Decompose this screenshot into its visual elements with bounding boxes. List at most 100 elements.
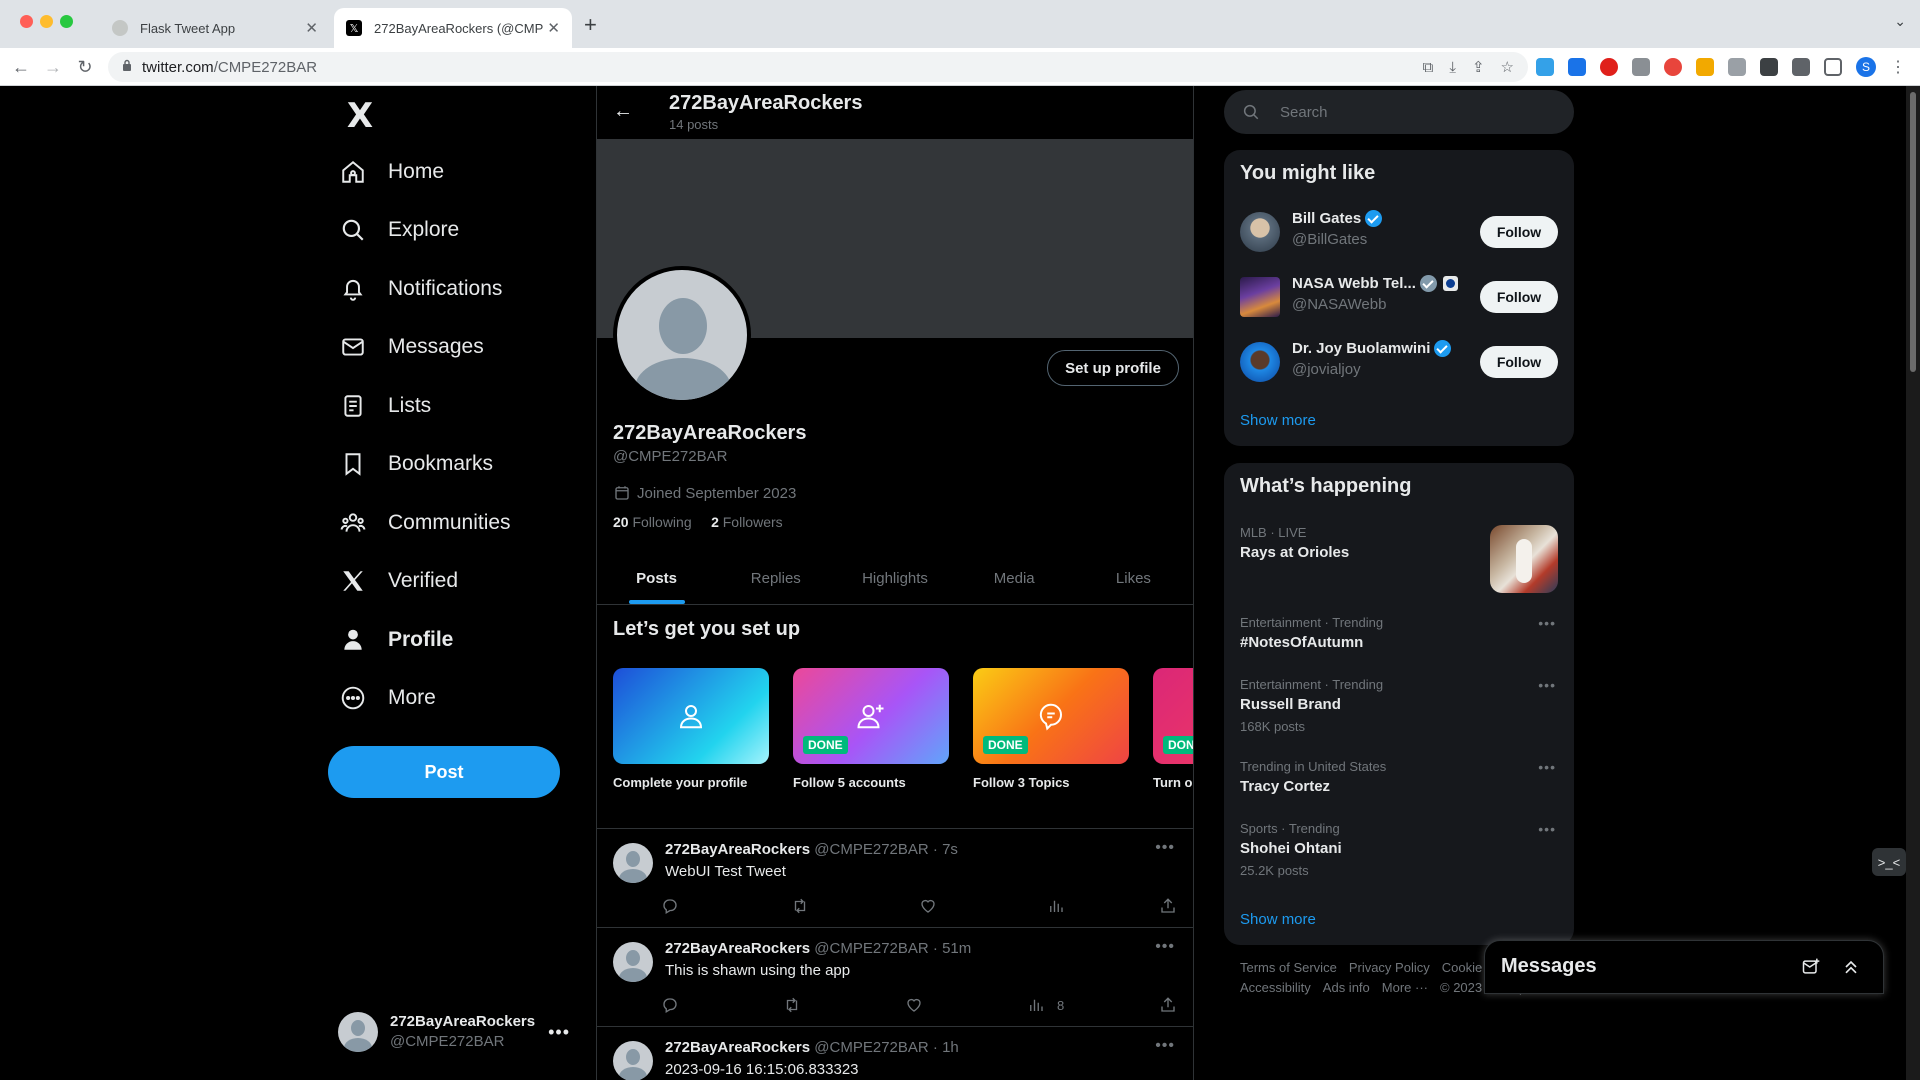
more-dots-icon[interactable]: ••• <box>1155 1037 1175 1055</box>
nav-item-notifications[interactable]: Notifications <box>340 265 502 313</box>
nav-item-lists[interactable]: Lists <box>340 382 431 430</box>
trend-item[interactable]: MLB · LIVE Rays at Orioles <box>1240 525 1558 597</box>
suggestion-name[interactable]: Dr. Joy Buolamwini <box>1292 340 1430 357</box>
suggestion-item[interactable]: Bill Gates @BillGates Follow <box>1240 206 1558 258</box>
reply-button[interactable] <box>661 996 679 1014</box>
tab-close-icon[interactable]: ✕ <box>547 19 560 37</box>
nav-item-profile[interactable]: Profile <box>340 616 453 664</box>
robot-icon[interactable] <box>1728 58 1746 76</box>
avatar[interactable] <box>613 942 653 982</box>
browser-profile-avatar[interactable]: S <box>1856 57 1876 77</box>
x-logo-icon[interactable]: X <box>340 96 380 136</box>
nav-item-explore[interactable]: Explore <box>340 206 459 254</box>
sidebar-icon[interactable] <box>1824 58 1842 76</box>
repost-button[interactable] <box>791 897 809 915</box>
footer-link[interactable]: Terms of Service <box>1240 960 1337 975</box>
nav-item-verified[interactable]: Verified <box>340 557 458 605</box>
set-up-profile-button[interactable]: Set up profile <box>1047 350 1179 386</box>
more-dots-icon[interactable]: ••• <box>1155 839 1175 857</box>
extension-2-icon[interactable] <box>1568 58 1586 76</box>
trend-item[interactable]: Trending in United States Tracy Cortez •… <box>1240 759 1558 797</box>
scrollbar-thumb[interactable] <box>1910 92 1916 372</box>
forward-arrow-icon[interactable]: → <box>40 54 66 80</box>
address-bar[interactable]: twitter.com/CMPE272BAR ⧉ ⤓ ⇪ ☆ <box>108 52 1528 82</box>
suggestion-name[interactable]: NASA Webb Tel... <box>1292 275 1416 292</box>
puzzle-icon[interactable] <box>1792 58 1810 76</box>
tab-replies[interactable]: Replies <box>716 552 835 604</box>
reload-icon[interactable]: ↻ <box>72 54 98 80</box>
footer-link[interactable]: Ads info <box>1323 980 1370 995</box>
nav-item-messages[interactable]: Messages <box>340 323 484 371</box>
window-maximize-button[interactable] <box>60 15 73 28</box>
window-minimize-button[interactable] <box>40 15 53 28</box>
expand-chevron-icon[interactable] <box>1841 957 1861 977</box>
tweet-author[interactable]: 272BayAreaRockers <box>665 1039 810 1056</box>
profile-avatar[interactable] <box>613 266 751 404</box>
more-dots-icon[interactable]: ••• <box>1538 615 1556 631</box>
suggestion-name[interactable]: Bill Gates <box>1292 210 1361 227</box>
suggestion-item[interactable]: NASA Webb Tel... @NASAWebb Follow <box>1240 271 1558 323</box>
tweet-time[interactable]: 1h <box>942 1039 959 1056</box>
footer-link[interactable]: Privacy Policy <box>1349 960 1430 975</box>
tweet[interactable]: 272BayAreaRockers @CMPE272BAR · 1h ••• 2… <box>597 1027 1193 1080</box>
avatar[interactable] <box>1240 277 1280 317</box>
tab-close-icon[interactable]: ✕ <box>305 19 318 37</box>
share-icon[interactable]: ⇪ <box>1472 58 1485 76</box>
tweet-author[interactable]: 272BayAreaRockers <box>665 940 810 957</box>
setup-card-follow-accounts[interactable]: DONE Follow 5 accounts <box>793 668 949 798</box>
download-icon[interactable]: ⤓ <box>1449 59 1456 76</box>
tab-media[interactable]: Media <box>955 552 1074 604</box>
browser-menu-icon[interactable]: ⋮ <box>1890 57 1906 77</box>
new-tab-icon[interactable]: + <box>584 12 597 38</box>
trend-item[interactable]: Entertainment · Trending #NotesOfAutumn … <box>1240 615 1558 653</box>
tab-list-chevron-icon[interactable]: ⌄ <box>1894 13 1906 30</box>
star-icon[interactable]: ☆ <box>1501 58 1514 76</box>
followers-link[interactable]: 2 Followers <box>711 514 783 530</box>
avatar[interactable] <box>613 1041 653 1080</box>
setup-card-notifications[interactable]: DON Turn o <box>1153 668 1193 798</box>
back-arrow-icon[interactable]: ← <box>8 54 34 80</box>
more-dots-icon[interactable]: ••• <box>548 1022 570 1043</box>
nav-item-home[interactable]: Home <box>340 148 444 196</box>
footer-link[interactable]: More ··· <box>1382 980 1428 995</box>
extension-6-icon[interactable] <box>1696 58 1714 76</box>
scrollbar[interactable] <box>1906 86 1920 1080</box>
more-dots-icon[interactable]: ••• <box>1538 677 1556 693</box>
following-link[interactable]: 20 Following <box>613 514 692 530</box>
tab-highlights[interactable]: Highlights <box>835 552 954 604</box>
show-more-link[interactable]: Show more <box>1240 412 1316 429</box>
nav-item-more[interactable]: More <box>340 674 436 722</box>
messages-drawer[interactable]: Messages <box>1484 940 1884 994</box>
trend-item[interactable]: Entertainment · Trending Russell Brand 1… <box>1240 677 1558 735</box>
search-input[interactable]: Search <box>1224 90 1574 134</box>
extension-8-icon[interactable] <box>1760 58 1778 76</box>
setup-card-follow-topics[interactable]: DONE Follow 3 Topics <box>973 668 1129 798</box>
suggestion-item[interactable]: Dr. Joy Buolamwini @jovialjoy Follow <box>1240 336 1558 388</box>
follow-button[interactable]: Follow <box>1480 281 1558 313</box>
tab-posts[interactable]: Posts <box>597 552 716 604</box>
views-button[interactable] <box>1047 897 1077 915</box>
extension-1-icon[interactable] <box>1536 58 1554 76</box>
opera-icon[interactable] <box>1600 58 1618 76</box>
repost-button[interactable] <box>783 996 801 1014</box>
tweet-time[interactable]: 7s <box>942 841 958 858</box>
nav-item-bookmarks[interactable]: Bookmarks <box>340 440 493 488</box>
account-switcher[interactable]: 272BayAreaRockers @CMPE272BAR ••• <box>338 1006 570 1058</box>
share-button[interactable] <box>1159 996 1177 1014</box>
tweet-author[interactable]: 272BayAreaRockers <box>665 841 810 858</box>
tab-likes[interactable]: Likes <box>1074 552 1193 604</box>
show-more-link[interactable]: Show more <box>1240 911 1316 928</box>
avatar[interactable] <box>1240 212 1280 252</box>
back-arrow-icon[interactable]: ← <box>613 100 633 123</box>
tweet[interactable]: 272BayAreaRockers @CMPE272BAR · 7s ••• W… <box>597 829 1193 928</box>
avatar[interactable] <box>1240 342 1280 382</box>
extension-4-icon[interactable] <box>1632 58 1650 76</box>
tweet-time[interactable]: 51m <box>942 940 971 957</box>
avatar[interactable] <box>613 843 653 883</box>
post-button[interactable]: Post <box>328 746 560 798</box>
more-dots-icon[interactable]: ••• <box>1155 938 1175 956</box>
browser-tab-twitter[interactable]: 𝕏 272BayAreaRockers (@CMPE2 ✕ <box>334 8 572 48</box>
reply-button[interactable] <box>661 897 679 915</box>
open-external-icon[interactable]: ⧉ <box>1423 59 1434 76</box>
follow-button[interactable]: Follow <box>1480 216 1558 248</box>
